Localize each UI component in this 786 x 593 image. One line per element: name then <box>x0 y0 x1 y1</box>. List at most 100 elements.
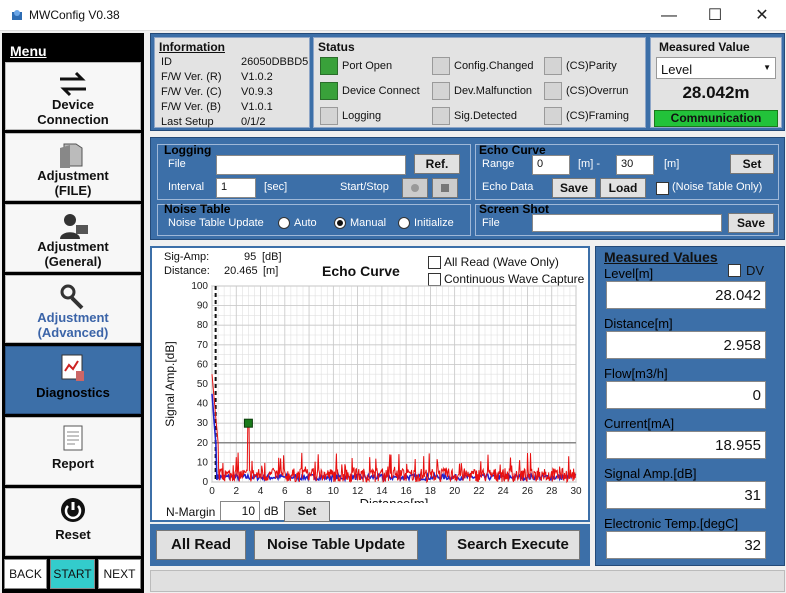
x-tick-label: 2 <box>233 486 239 497</box>
information-title: Information <box>159 40 225 54</box>
status-label: (CS)Overrun <box>566 85 629 97</box>
measured-value-select[interactable]: Level ▼ <box>656 57 776 79</box>
menu-diagnostics[interactable]: Diagnostics <box>5 346 141 414</box>
all-read-wave-only-checkbox[interactable] <box>428 256 441 269</box>
status-panel: Status Port Open Device Connect Logging … <box>313 37 646 128</box>
echo-peak-marker <box>243 418 253 428</box>
menu-label: Report <box>52 456 94 471</box>
sig-amp-value: 95 <box>244 251 257 263</box>
noise-table-update-button[interactable]: Noise Table Update <box>254 530 418 560</box>
echo-load-button[interactable]: Load <box>600 178 646 198</box>
x-tick-label: 28 <box>546 486 558 497</box>
distance-label: Distance: <box>164 265 210 277</box>
screenshot-file-label: File <box>482 217 500 229</box>
y-tick-label: 90 <box>197 301 209 312</box>
mv-signal-amp-field: 31 <box>606 481 766 509</box>
status-title: Status <box>318 40 355 54</box>
nmargin-set-button[interactable]: Set <box>284 501 330 522</box>
all-read-wave-only-label: All Read (Wave Only) <box>444 255 559 269</box>
select-value: Level <box>661 62 693 77</box>
x-tick-label: 24 <box>498 486 510 497</box>
wrench-gear-icon <box>60 284 84 310</box>
measured-values-panel: Measured Values DV Level[m] 28.042 Dista… <box>595 246 785 566</box>
ref-button[interactable]: Ref. <box>414 154 460 174</box>
echo-curve-box: Echo Curve Range 0 [m] - 30 [m] Set Echo… <box>475 143 779 200</box>
status-led <box>320 82 338 100</box>
next-button[interactable]: NEXT <box>98 559 141 589</box>
logging-title: Logging <box>164 143 212 157</box>
mv-current-field: 18.955 <box>606 431 766 459</box>
start-button[interactable]: START <box>50 559 95 589</box>
menu-label: Reset <box>55 527 91 542</box>
noise-update-label: Noise Table Update <box>168 217 264 229</box>
range-from-input[interactable]: 0 <box>532 155 570 175</box>
status-led <box>544 57 562 75</box>
mv-label: Flow[m3/h] <box>604 366 668 381</box>
mv-level-field: 28.042 <box>606 281 766 309</box>
noise-table-only-checkbox[interactable] <box>656 182 669 195</box>
info-value: V1.0.1 <box>241 101 273 113</box>
noise-manual-radio[interactable] <box>334 217 346 229</box>
noise-table-only-label: (Noise Table Only) <box>672 181 763 193</box>
maximize-button[interactable]: ☐ <box>692 0 738 31</box>
nmargin-input[interactable]: 10 <box>220 501 260 521</box>
range-unit-1: [m] - <box>578 158 600 170</box>
noise-initialize-radio[interactable] <box>398 217 410 229</box>
power-icon <box>61 498 85 522</box>
noise-table-title: Noise Table <box>164 202 231 216</box>
status-label: Sig.Detected <box>454 110 517 122</box>
y-tick-label: 80 <box>197 320 209 331</box>
mv-label: Level[m] <box>604 266 654 281</box>
start-logging-button[interactable] <box>402 178 428 198</box>
chevron-down-icon: ▼ <box>763 63 771 72</box>
report-document-icon <box>63 425 83 451</box>
noise-table-box: Noise Table Noise Table Update Auto Manu… <box>157 202 471 236</box>
menu-adjustment-file[interactable]: Adjustment (FILE) <box>5 133 141 201</box>
record-icon <box>411 184 419 192</box>
interval-input[interactable]: 1 <box>216 178 256 198</box>
y-tick-label: 30 <box>197 418 209 429</box>
x-tick-label: 0 <box>209 486 215 497</box>
status-label: (CS)Parity <box>566 60 617 72</box>
status-bar <box>150 570 785 592</box>
range-set-button[interactable]: Set <box>730 154 774 174</box>
menu-report[interactable]: Report <box>5 417 141 485</box>
logging-file-input[interactable] <box>216 155 406 175</box>
search-execute-button[interactable]: Search Execute <box>446 530 580 560</box>
info-key: ID <box>161 56 172 68</box>
screenshot-save-button[interactable]: Save <box>728 213 774 233</box>
y-tick-label: 40 <box>197 399 209 410</box>
diagnostics-icon <box>61 354 84 381</box>
menu-adjustment-advanced[interactable]: Adjustment (Advanced) <box>5 275 141 343</box>
range-unit-2: [m] <box>664 158 680 170</box>
menu-title: Menu <box>10 43 47 59</box>
close-button[interactable]: ✕ <box>739 0 785 31</box>
nmargin-label: N-Margin <box>166 505 216 519</box>
dv-label: DV <box>746 263 765 278</box>
menu-device-connection[interactable]: Device Connection <box>5 62 141 130</box>
x-tick-label: 8 <box>306 486 312 497</box>
title-bar: MWConfig V0.38 — ☐ ✕ <box>0 0 786 31</box>
screenshot-file-input[interactable] <box>532 214 722 232</box>
echo-chart-panel: Sig-Amp: 95 [dB] Distance: 20.465 [m] Ec… <box>150 246 590 522</box>
echo-save-button[interactable]: Save <box>552 178 596 198</box>
sig-amp-label: Sig-Amp: <box>164 251 210 263</box>
action-bar: All Read Noise Table Update Search Execu… <box>150 524 590 566</box>
back-button[interactable]: BACK <box>4 559 47 589</box>
radio-label: Auto <box>294 217 317 229</box>
dv-checkbox[interactable] <box>728 264 741 277</box>
range-to-input[interactable]: 30 <box>616 155 654 175</box>
stop-icon <box>441 184 449 192</box>
mv-label: Electronic Temp.[degC] <box>604 516 739 531</box>
menu-reset[interactable]: Reset <box>5 488 141 556</box>
stop-logging-button[interactable] <box>432 178 458 198</box>
noise-auto-radio[interactable] <box>278 217 290 229</box>
menu-adjustment-general[interactable]: Adjustment (General) <box>5 204 141 272</box>
measured-values-title: Measured Values <box>604 249 718 265</box>
communication-indicator: Communication <box>654 110 778 127</box>
all-read-button[interactable]: All Read <box>156 530 246 560</box>
y-tick-label: 20 <box>197 438 209 449</box>
minimize-button[interactable]: — <box>646 0 692 31</box>
radio-label: Manual <box>350 217 387 229</box>
mv-label: Current[mA] <box>604 416 675 431</box>
